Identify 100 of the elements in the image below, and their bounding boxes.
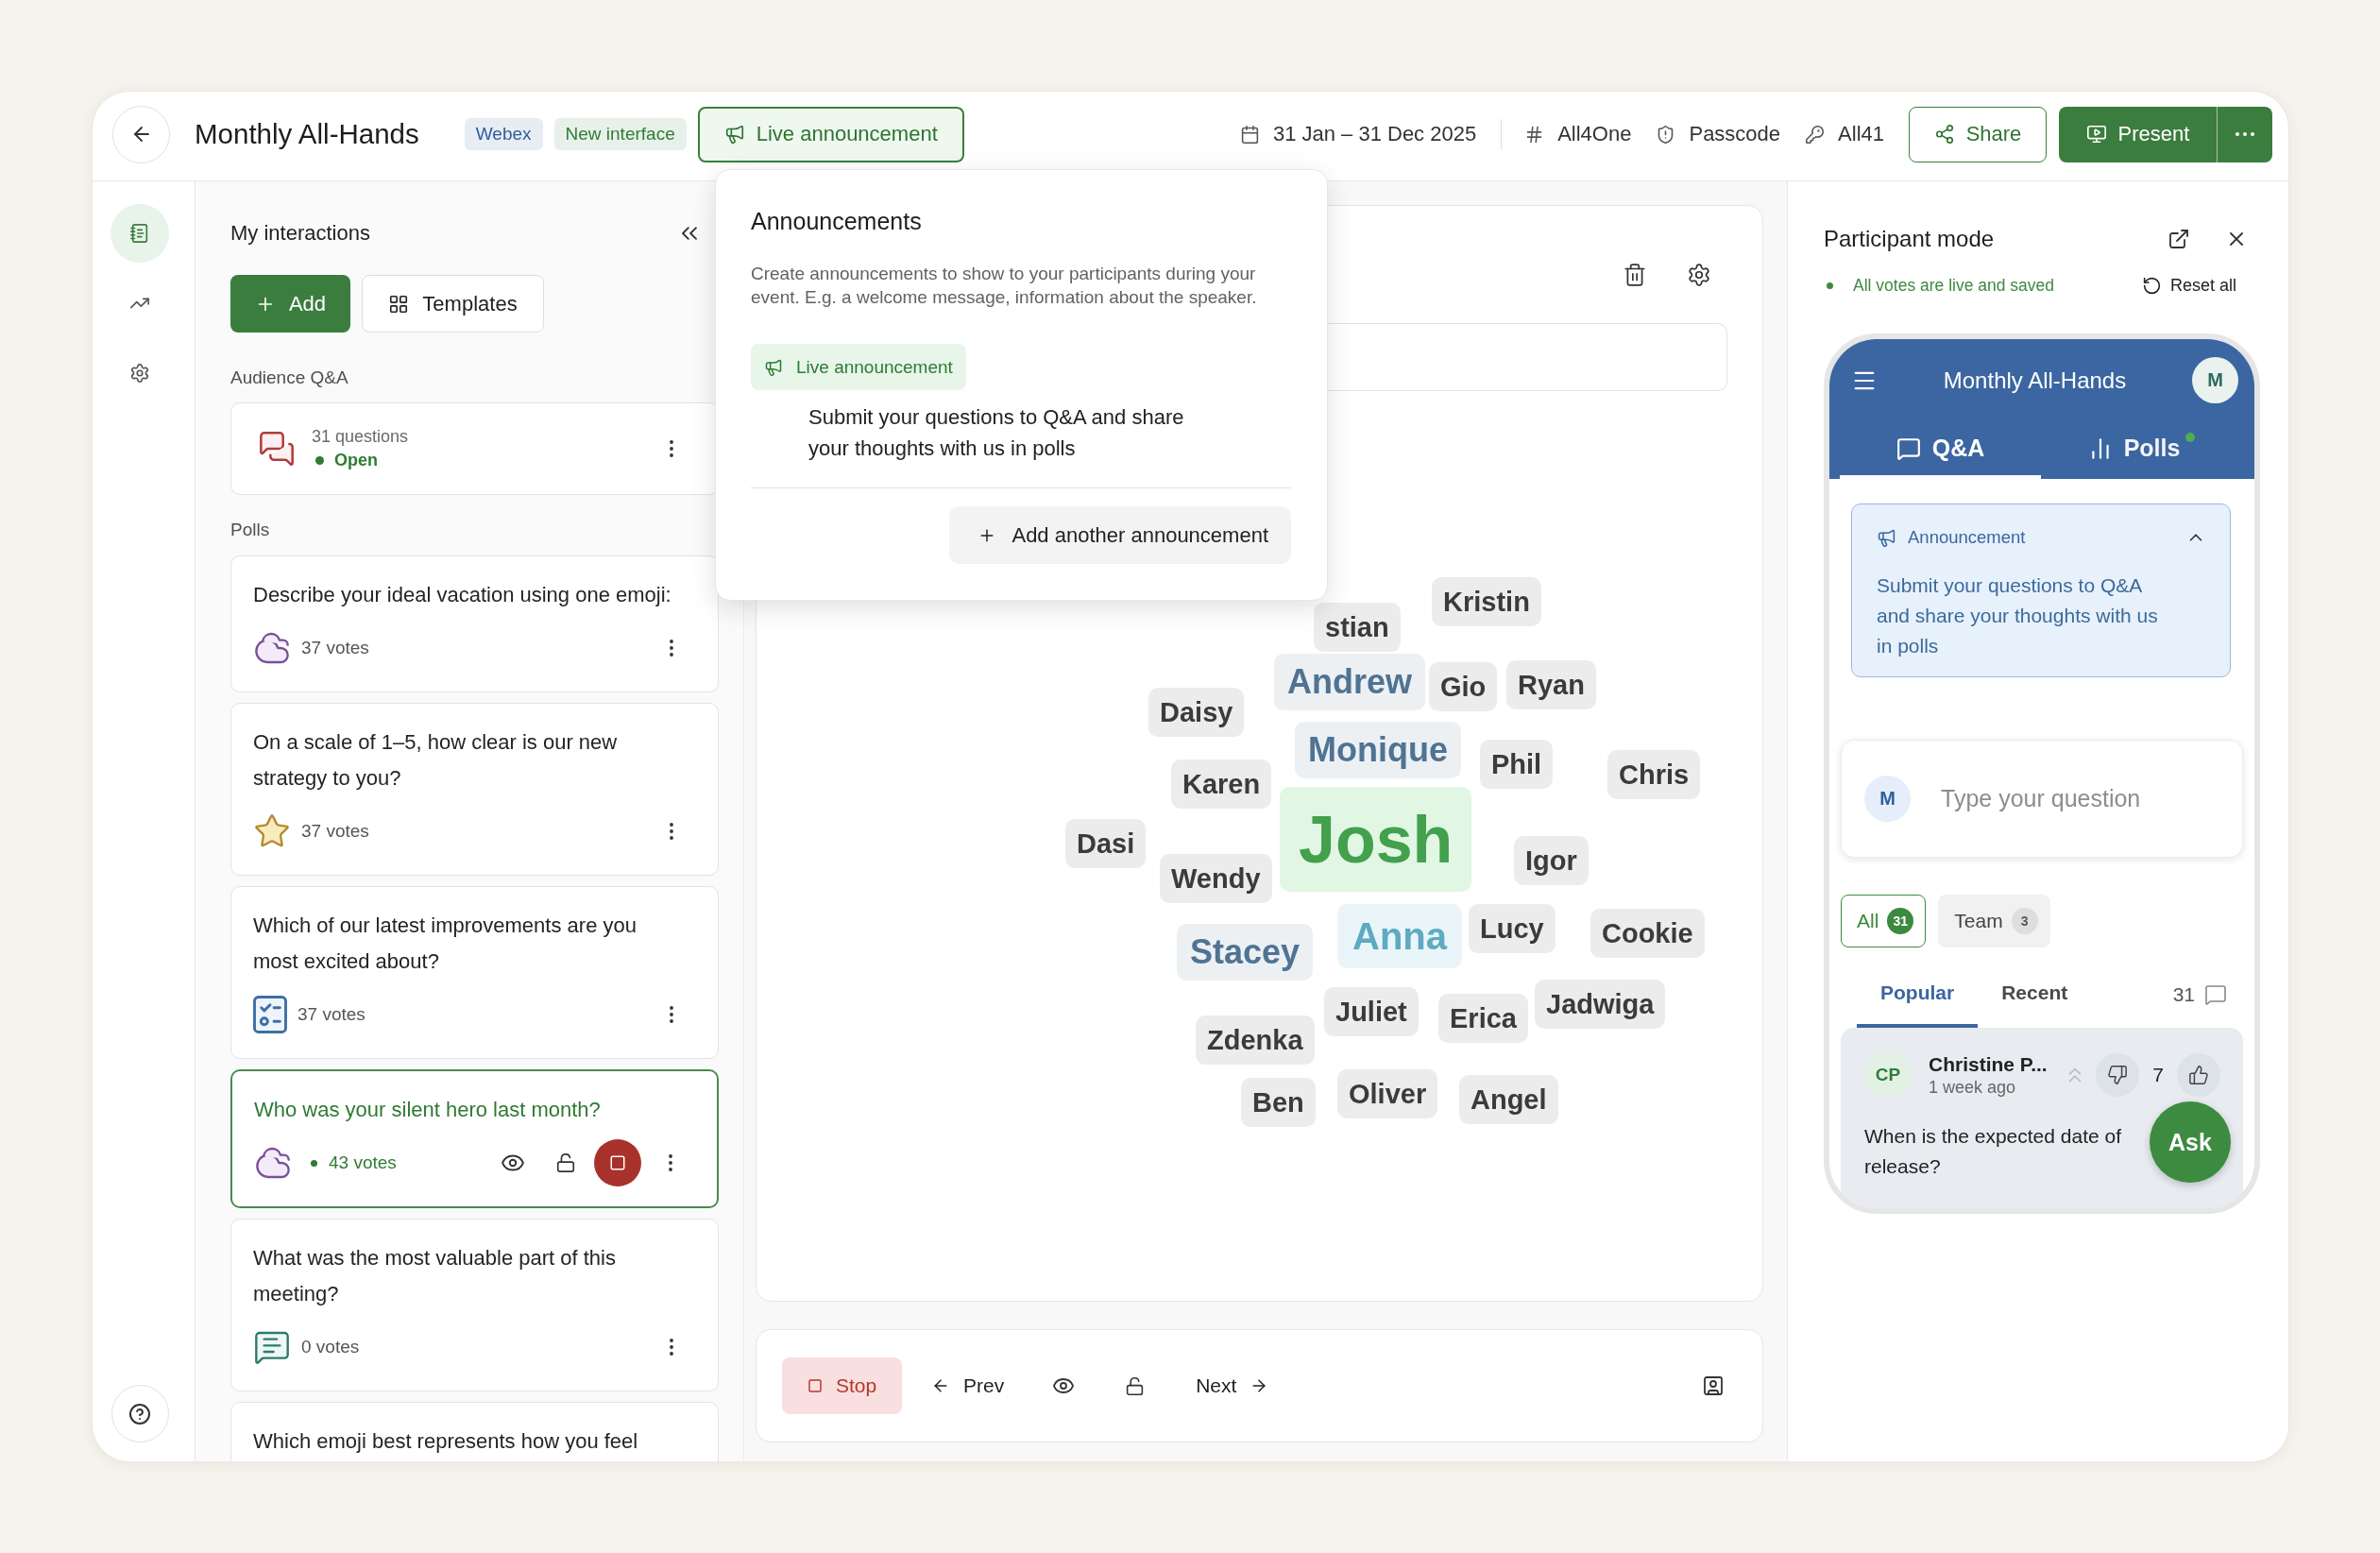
poll-question: On a scale of 1–5, how clear is our new strategy to you? xyxy=(253,729,619,792)
cloud-word: Karen xyxy=(1171,759,1272,809)
comment-icon xyxy=(2204,983,2227,1006)
vote-count: 0 votes xyxy=(301,1337,360,1357)
status-text: Open xyxy=(334,451,378,470)
unlock-icon[interactable] xyxy=(1125,1375,1146,1396)
live-announcement-button[interactable]: Live announcement xyxy=(697,106,964,162)
status-dot-icon xyxy=(1827,282,1833,289)
cloud-word: Phil xyxy=(1480,740,1554,789)
reset-button[interactable]: Reset all xyxy=(2141,275,2236,296)
cloud-word: Josh xyxy=(1280,787,1472,892)
poll-card[interactable]: What was the most valuable part of this meeting? 0 votes xyxy=(230,1219,719,1391)
filter-chip[interactable]: Team 3 xyxy=(1938,895,2050,947)
megaphone-icon xyxy=(1877,527,1896,548)
question-input[interactable]: Type your question xyxy=(1941,779,2219,818)
poll-card[interactable]: On a scale of 1–5, how clear is our new strategy to you? 37 votes xyxy=(230,703,719,876)
cloud-word: Monique xyxy=(1295,722,1461,778)
poll-card[interactable]: Which emoji best represents how you feel xyxy=(230,1402,719,1461)
cloud-word: Ryan xyxy=(1506,660,1596,709)
cloud-word: Wendy xyxy=(1160,854,1272,903)
event-title: Monthly All-Hands xyxy=(195,118,419,150)
poll-card[interactable]: Who was your silent hero last month? 43 votes xyxy=(230,1069,719,1208)
present-button[interactable]: Present xyxy=(2059,106,2217,162)
kebab-menu-icon[interactable] xyxy=(670,1339,673,1356)
poll-card[interactable]: Describe your ideal vacation using one emoji: 37 votes xyxy=(230,555,719,692)
kebab-menu-icon[interactable] xyxy=(670,640,673,657)
question-text: When is the expected date of release? xyxy=(1864,1124,2122,1179)
passcode-label: Passcode xyxy=(1689,122,1781,146)
settings-icon xyxy=(129,363,150,384)
key-code: All41 xyxy=(1838,122,1884,146)
cloud-word: Jadwiga xyxy=(1535,980,1666,1029)
share-icon xyxy=(1933,124,1955,145)
panel-title: My interactions xyxy=(230,221,370,246)
count-badge: 31 xyxy=(1887,908,1914,934)
user-square-icon[interactable] xyxy=(1702,1374,1725,1397)
add-announcement-button[interactable]: Add another announcement xyxy=(949,506,1291,564)
upvote-button[interactable] xyxy=(2177,1053,2220,1097)
vote-count: 37 votes xyxy=(301,821,369,842)
kebab-menu-icon[interactable] xyxy=(669,1154,672,1171)
cloud-word: Ben xyxy=(1241,1078,1316,1127)
megaphone-icon xyxy=(764,357,783,377)
announcement-label: Announcement xyxy=(1908,527,2026,548)
sort-tab[interactable]: Recent xyxy=(1978,962,2092,1028)
section-label: Audience Q&A xyxy=(230,367,349,389)
announcement-text: Submit your questions to Q&A and share your thoughts with us in polls xyxy=(1877,573,2159,658)
stop-button[interactable]: Stop xyxy=(782,1357,902,1414)
kebab-menu-icon[interactable] xyxy=(670,440,673,457)
app-tab[interactable]: Polls xyxy=(2041,421,2242,479)
settings-icon[interactable] xyxy=(1687,263,1711,287)
app-tab[interactable]: Q&A xyxy=(1840,421,2041,479)
downvote-button[interactable] xyxy=(2096,1053,2140,1097)
tag-badge: Webex xyxy=(464,118,543,150)
question-count: 31 questions xyxy=(312,427,410,447)
stop-button[interactable] xyxy=(594,1139,641,1186)
kebab-menu-icon[interactable] xyxy=(670,823,673,840)
poll-question: What was the most valuable part of this meeting? xyxy=(253,1245,617,1307)
event-code: All4One xyxy=(1557,122,1632,146)
cloud-word: Erica xyxy=(1438,994,1528,1043)
filter-chip[interactable]: All 31 xyxy=(1841,895,1927,947)
cloud-word: Juliet xyxy=(1324,987,1419,1036)
question-count: 31 xyxy=(2172,983,2195,1006)
cloud-word: Dasi xyxy=(1065,819,1147,868)
cloud-word: Stacey xyxy=(1177,924,1314,981)
next-button[interactable]: Next xyxy=(1196,1374,1269,1397)
poll-question: Which of our latest improvements are you most excited about? xyxy=(253,913,638,975)
vote-count: 37 votes xyxy=(298,1004,366,1025)
grid-icon xyxy=(388,293,410,315)
vote-count: 7 xyxy=(2152,1064,2164,1086)
announcement-text: Submit your questions to Q&A and share your thoughts with us in polls xyxy=(808,404,1185,462)
templates-button[interactable]: Templates xyxy=(362,275,544,333)
poll-question: Who was your silent hero last month? xyxy=(254,1097,602,1123)
share-button[interactable]: Share xyxy=(1909,106,2047,162)
cloud-word: Anna xyxy=(1337,904,1462,968)
checklist-icon xyxy=(253,996,287,1033)
user-avatar: M xyxy=(1864,776,1911,822)
unlock-icon[interactable] xyxy=(555,1152,576,1173)
prev-button[interactable]: Prev xyxy=(931,1374,1005,1397)
poll-question: Describe your ideal vacation using one emoji: xyxy=(253,582,672,608)
add-button[interactable]: Add xyxy=(230,275,350,333)
author-name: Christine P... xyxy=(1929,1052,2048,1076)
vote-count: 37 votes xyxy=(301,638,369,658)
external-link-icon[interactable] xyxy=(2168,228,2190,250)
cloud-word: Chris xyxy=(1607,750,1701,799)
poll-card[interactable]: Which of our latest improvements are you most excited about? 37 votes xyxy=(230,886,719,1059)
cloud-word: Lucy xyxy=(1469,904,1556,953)
trash-icon[interactable] xyxy=(1623,263,1647,287)
status-text: All votes are live and saved xyxy=(1853,275,2055,296)
post-time: 1 week ago xyxy=(1929,1077,2017,1098)
rotate-icon xyxy=(2141,275,2162,296)
chat-bubbles-icon xyxy=(258,430,296,468)
thumbs-down-icon xyxy=(2107,1065,2129,1085)
poll-question: Which emoji best represents how you feel xyxy=(253,1428,639,1455)
help-icon xyxy=(128,1402,151,1425)
nav-button[interactable] xyxy=(129,363,150,384)
kebab-menu-icon[interactable] xyxy=(670,1006,673,1023)
popover-description: Create announcements to show to your participants during your event. E.g. a welcome message, information about the speaker. xyxy=(751,263,1258,309)
user-avatar[interactable]: M xyxy=(2192,357,2238,403)
more-button[interactable] xyxy=(2217,106,2272,162)
count-badge: 3 xyxy=(2011,908,2038,934)
cloud-word: Zdenka xyxy=(1196,1015,1315,1065)
